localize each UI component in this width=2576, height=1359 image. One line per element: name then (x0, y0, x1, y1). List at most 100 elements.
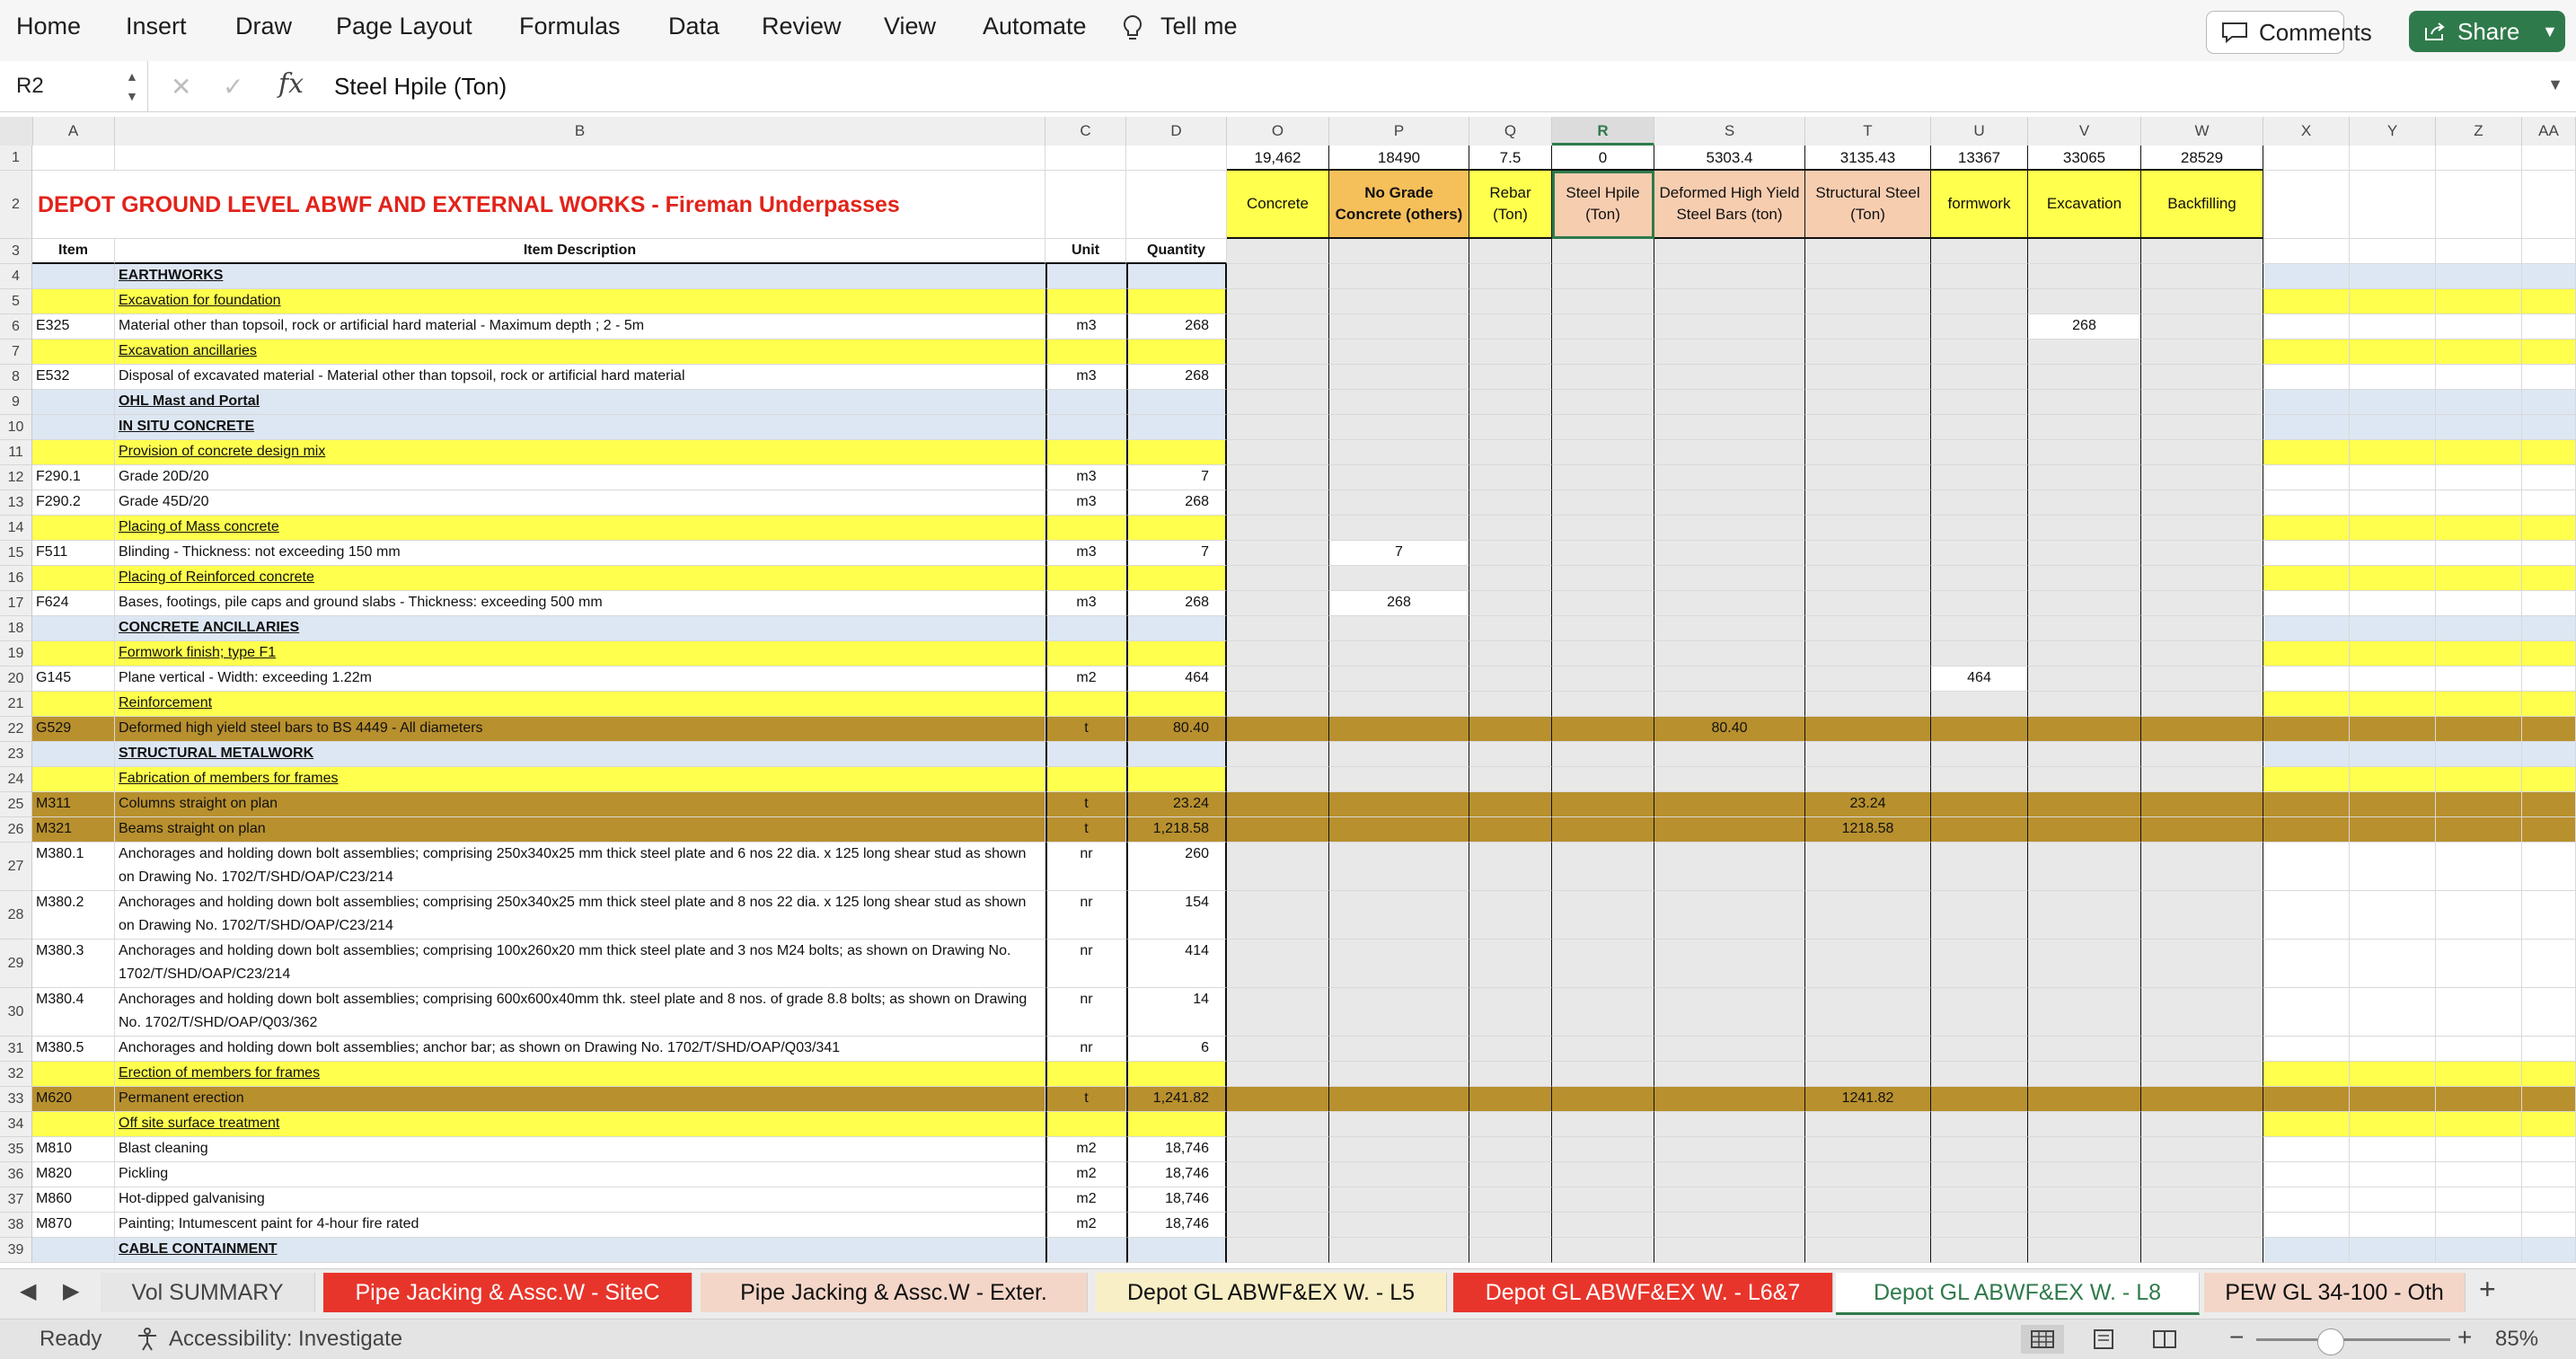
item-description-cell[interactable]: Provision of concrete design mix (115, 440, 1045, 465)
summary-value-cell[interactable] (2028, 940, 2141, 988)
quantity-cell[interactable] (1126, 767, 1227, 792)
unit-cell[interactable] (1045, 516, 1126, 541)
summary-value-cell[interactable] (1805, 1037, 1931, 1062)
item-description-cell[interactable]: Grade 20D/20 (115, 465, 1045, 490)
summary-value-cell[interactable] (1329, 289, 1469, 314)
item-code-cell[interactable]: M860 (32, 1187, 115, 1213)
unit-cell[interactable]: m3 (1045, 365, 1126, 390)
empty-cell[interactable] (2522, 641, 2576, 666)
summary-value-cell[interactable] (1329, 390, 1469, 415)
empty-cell[interactable] (2350, 591, 2436, 616)
empty-cell[interactable] (2522, 940, 2576, 988)
summary-value-cell[interactable] (1552, 1112, 1654, 1137)
empty-cell[interactable] (2436, 146, 2522, 171)
empty-cell[interactable] (2436, 340, 2522, 365)
summary-value-cell[interactable] (1552, 490, 1654, 516)
empty-cell[interactable] (2436, 666, 2522, 692)
column-header-s[interactable]: S (1654, 117, 1805, 146)
summary-label-cell[interactable]: Structural Steel (Ton) (1805, 171, 1931, 239)
quantity-cell[interactable] (1126, 264, 1227, 289)
item-description-cell[interactable]: Placing of Mass concrete (115, 516, 1045, 541)
row-header[interactable]: 26 (0, 817, 32, 843)
summary-value-cell[interactable] (1329, 1137, 1469, 1162)
summary-value-cell[interactable] (2028, 616, 2141, 641)
item-code-cell[interactable]: G145 (32, 666, 115, 692)
empty-cell[interactable] (2436, 891, 2522, 940)
summary-value-cell[interactable] (2141, 365, 2263, 390)
unit-cell[interactable] (1045, 1062, 1126, 1087)
column-title-quantity[interactable]: Quantity (1126, 239, 1227, 264)
row-header[interactable]: 28 (0, 891, 32, 940)
summary-value-cell[interactable] (1654, 792, 1805, 817)
summary-value-cell[interactable] (1931, 289, 2028, 314)
empty-cell[interactable] (2350, 988, 2436, 1037)
unit-cell[interactable]: nr (1045, 1037, 1126, 1062)
item-description-cell[interactable]: Anchorages and holding down bolt assembl… (115, 988, 1045, 1037)
summary-value-cell[interactable] (1654, 1087, 1805, 1112)
summary-label-cell[interactable]: Backfilling (2141, 171, 2263, 239)
summary-value-cell[interactable] (1552, 692, 1654, 717)
summary-value-cell[interactable] (1654, 465, 1805, 490)
column-header-x[interactable]: X (2263, 117, 2350, 146)
summary-value-cell[interactable] (2028, 1062, 2141, 1087)
row-header[interactable]: 9 (0, 390, 32, 415)
summary-value-cell[interactable] (1552, 1087, 1654, 1112)
row-header[interactable]: 4 (0, 264, 32, 289)
summary-value-cell[interactable] (2141, 717, 2263, 742)
row-header[interactable]: 14 (0, 516, 32, 541)
item-description-cell[interactable]: Anchorages and holding down bolt assembl… (115, 1037, 1045, 1062)
summary-value-cell[interactable] (2141, 1187, 2263, 1213)
summary-value-cell[interactable] (1227, 940, 1329, 988)
summary-value-cell[interactable] (1227, 817, 1329, 843)
summary-value-cell[interactable] (1805, 541, 1931, 566)
empty-cell[interactable] (2263, 1087, 2350, 1112)
summary-grid-cell[interactable] (1654, 239, 1805, 264)
empty-cell[interactable] (2436, 415, 2522, 440)
empty-cell[interactable] (2522, 516, 2576, 541)
summary-value-cell[interactable] (2028, 340, 2141, 365)
empty-cell[interactable] (2522, 1238, 2576, 1263)
item-code-cell[interactable]: M810 (32, 1137, 115, 1162)
item-code-cell[interactable] (32, 415, 115, 440)
empty-cell[interactable] (2436, 516, 2522, 541)
summary-value-cell[interactable] (1931, 314, 2028, 340)
empty-cell[interactable] (2263, 742, 2350, 767)
summary-value-cell[interactable] (1329, 1062, 1469, 1087)
tab-formulas[interactable]: Formulas (519, 13, 621, 40)
empty-cell[interactable] (2350, 541, 2436, 566)
empty-cell[interactable] (2263, 1162, 2350, 1187)
empty-cell[interactable] (2263, 314, 2350, 340)
empty-cell[interactable] (115, 146, 1045, 171)
empty-cell[interactable] (2263, 1112, 2350, 1137)
empty-cell[interactable] (1045, 171, 1126, 239)
sheet-tab-4[interactable]: Depot GL ABWF&EX W. - L5 (1096, 1273, 1447, 1312)
summary-value-cell[interactable] (1469, 891, 1552, 940)
summary-value-cell[interactable] (1931, 742, 2028, 767)
summary-value-cell[interactable] (1931, 692, 2028, 717)
item-description-cell[interactable]: Anchorages and holding down bolt assembl… (115, 940, 1045, 988)
row-header[interactable]: 12 (0, 465, 32, 490)
chevron-down-icon[interactable]: ▼ (2542, 11, 2558, 52)
quantity-cell[interactable]: 14 (1126, 988, 1227, 1037)
summary-value-cell[interactable] (1931, 415, 2028, 440)
item-code-cell[interactable] (32, 289, 115, 314)
item-code-cell[interactable] (32, 340, 115, 365)
unit-cell[interactable] (1045, 767, 1126, 792)
quantity-cell[interactable]: 268 (1126, 490, 1227, 516)
row-header[interactable]: 31 (0, 1037, 32, 1062)
summary-label-cell[interactable]: Excavation (2028, 171, 2141, 239)
summary-value-cell[interactable] (1469, 591, 1552, 616)
summary-value-cell[interactable] (1329, 692, 1469, 717)
item-code-cell[interactable] (32, 641, 115, 666)
summary-value-cell[interactable] (1469, 314, 1552, 340)
row-header[interactable]: 19 (0, 641, 32, 666)
summary-value-cell[interactable] (1329, 891, 1469, 940)
empty-cell[interactable] (2436, 490, 2522, 516)
summary-value-cell[interactable]: 23.24 (1805, 792, 1931, 817)
summary-total-cell[interactable]: 28529 (2141, 146, 2263, 171)
summary-value-cell[interactable] (1805, 1062, 1931, 1087)
summary-value-cell[interactable] (1654, 390, 1805, 415)
prev-sheet-icon[interactable]: ◀ (20, 1278, 36, 1304)
summary-grid-cell[interactable] (2141, 239, 2263, 264)
summary-value-cell[interactable] (1227, 289, 1329, 314)
